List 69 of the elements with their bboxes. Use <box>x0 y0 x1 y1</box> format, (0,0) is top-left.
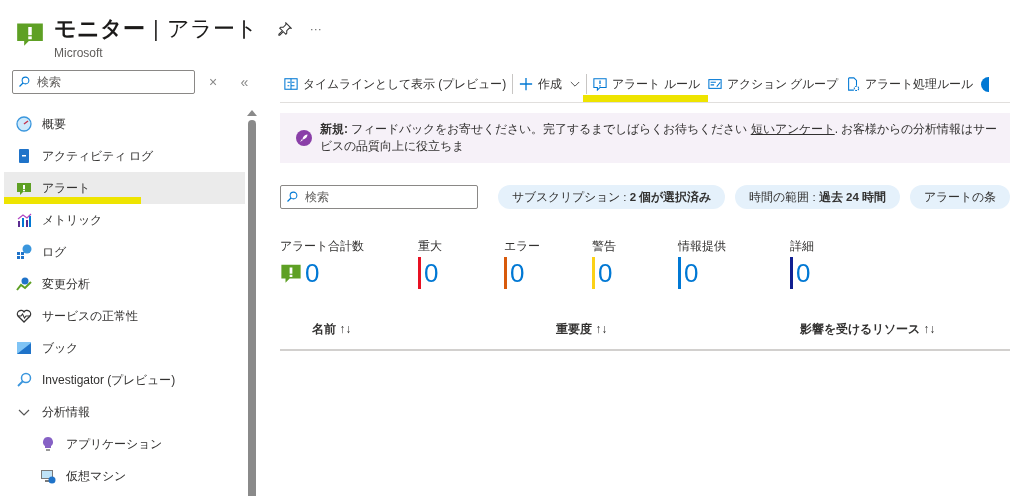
gauge-icon <box>16 116 32 132</box>
toolbar-button[interactable]: アクション グループ <box>703 70 842 99</box>
lightbulb-icon <box>40 436 56 452</box>
sidebar-item[interactable]: 仮想マシン <box>4 460 245 492</box>
survey-link[interactable]: 短いアンケート <box>750 121 835 136</box>
collapse-button[interactable]: « <box>230 74 258 90</box>
sidebar-item[interactable]: アクティビティ ログ <box>4 140 245 172</box>
metric-value: 0 <box>796 257 811 289</box>
sidebar-item[interactable]: ログ <box>4 236 245 268</box>
toolbar-button[interactable]: アラート ルール <box>589 70 704 99</box>
sidebar-item[interactable]: Investigator (プレビュー) <box>4 364 245 396</box>
alert-bubble-icon <box>593 77 608 91</box>
alert-icon <box>280 262 302 284</box>
action-group-icon <box>707 77 722 91</box>
sidebar-item[interactable]: サービスの正常性 <box>4 300 245 332</box>
column-header[interactable]: 影響を受けるリソース ↑↓ <box>800 320 936 338</box>
monitor-icon <box>40 468 56 484</box>
sidebar-item[interactable]: 分析情報 <box>4 396 245 428</box>
bar-chart-icon <box>16 212 32 228</box>
alert-icon <box>16 180 32 196</box>
metric-value: 0 <box>598 257 613 289</box>
column-header[interactable]: 重要度 ↑↓ <box>556 320 800 338</box>
metric-label: アラート合計数 <box>280 239 365 254</box>
filter-pill[interactable]: サブスクリプション : 2 個が選択済み <box>498 185 726 209</box>
metric-value: 0 <box>424 257 439 289</box>
metric-value: 0 <box>684 257 699 289</box>
document-gear-icon <box>846 77 860 91</box>
filter-pill[interactable]: アラートの条 <box>910 185 1010 209</box>
sidebar-item[interactable]: ブック <box>4 332 245 364</box>
page-subtitle: アラート <box>166 15 258 43</box>
search-field[interactable]: 検索 <box>12 70 196 94</box>
book-icon <box>16 148 32 164</box>
page-title: モニター <box>54 15 145 43</box>
more-button[interactable]: ··· <box>309 22 322 36</box>
sidebar-item[interactable]: アラート <box>4 172 245 204</box>
column-header[interactable]: 名前 ↑↓ <box>280 320 556 338</box>
scrollbar[interactable] <box>246 108 258 496</box>
heart-icon <box>16 308 32 324</box>
change-analysis-icon <box>16 276 32 292</box>
metric-label: 詳細 <box>790 239 814 254</box>
toolbar-button[interactable]: アラート処理ルール <box>842 70 977 99</box>
publisher-name: Microsoft <box>54 46 104 60</box>
title-separator: | <box>153 16 159 42</box>
metric-label: 重大 <box>418 239 443 254</box>
metric-value: 0 <box>305 257 320 289</box>
sidebar-item[interactable]: アプリケーション <box>4 428 245 460</box>
toolbar-button[interactable]: タイムラインとして表示 (プレビュー) <box>280 70 511 99</box>
feedback-message: 新規: フィードバックをお寄せください。完了するまでしばらくお待ちください 短いアンケート. お客様からの分析情報はサービスの品質向上に役立ちま <box>320 120 999 155</box>
search-icon <box>16 372 32 388</box>
clear-button[interactable]: × <box>199 74 227 90</box>
metric-label: 警告 <box>592 239 617 254</box>
logs-icon <box>16 244 32 260</box>
timeline-icon <box>284 77 298 91</box>
search-icon <box>286 191 298 203</box>
metric-label: 情報提供 <box>678 239 727 254</box>
sidebar-item[interactable]: メトリック <box>4 204 245 236</box>
scroll-up-icon[interactable] <box>247 110 257 116</box>
scroll-thumb[interactable] <box>248 120 256 496</box>
metric-value: 0 <box>510 257 525 289</box>
sidebar-item[interactable]: 概要 <box>4 108 245 140</box>
metric-label: エラー <box>504 239 541 254</box>
pin-icon[interactable] <box>277 22 292 36</box>
sidebar-item[interactable]: 変更分析 <box>4 268 245 300</box>
search-field[interactable]: 検索 <box>280 185 479 209</box>
search-icon <box>18 76 30 88</box>
plus-icon <box>519 77 534 91</box>
workbook-icon <box>16 340 32 356</box>
toolbar-button[interactable]: 作成 <box>515 70 585 99</box>
filter-pill[interactable]: 時間の範囲 : 過去 24 時間 <box>735 185 900 209</box>
